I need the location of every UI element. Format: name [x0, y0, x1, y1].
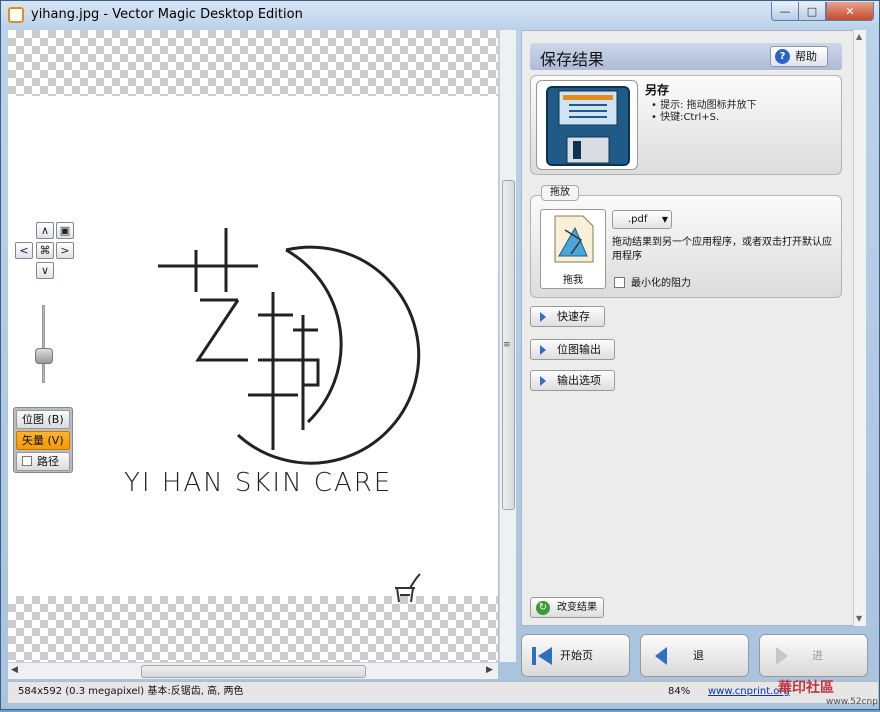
- save-hint-2: • 快键:Ctrl+S.: [651, 112, 720, 123]
- bitmap-mode-button[interactable]: 位图 (B): [16, 410, 70, 429]
- drag-description: 拖动结果到另一个应用程序，或者双击打开默认应用程序: [612, 237, 832, 262]
- pan-up-button[interactable]: ∧: [36, 222, 54, 239]
- path-checkbox[interactable]: [22, 456, 32, 466]
- canvas-horizontal-scrollbar[interactable]: ◀ ▶: [8, 662, 498, 679]
- close-button[interactable]: ✕: [826, 2, 874, 21]
- logo-artwork: [158, 228, 421, 603]
- change-result-button[interactable]: ↻ 改变结果: [530, 597, 604, 618]
- pan-left-button[interactable]: <: [15, 242, 33, 259]
- path-mode-label: 路径: [37, 455, 59, 468]
- panel-title: 保存结果: [540, 50, 605, 69]
- forward-label: 进: [812, 649, 823, 662]
- bitmap-output-label: 位图输出: [557, 343, 601, 356]
- scroll-down-icon[interactable]: ▼: [856, 614, 862, 623]
- quick-save-label: 快速存: [557, 310, 590, 323]
- start-page-label: 开始页: [560, 649, 593, 662]
- back-button[interactable]: 退: [640, 634, 749, 677]
- output-options-label: 输出选项: [557, 374, 601, 387]
- back-label: 退: [693, 649, 704, 662]
- save-hint-2-text: 快键:Ctrl+S.: [660, 112, 720, 123]
- floppy-disk-icon: [546, 86, 630, 166]
- status-bar: 584x592 (0.3 megapixel) 基本:反锯齿, 高, 两色 84…: [8, 680, 880, 707]
- back-arrow-icon: [655, 647, 667, 665]
- title-bar: yihang.jpg - Vector Magic Desktop Editio…: [1, 1, 879, 29]
- app-icon: [8, 7, 24, 23]
- format-value: .pdf: [628, 214, 648, 225]
- grip-icon: ≡: [503, 340, 511, 350]
- watermark-url: www.52cnp.com: [826, 697, 880, 707]
- change-result-label: 改变结果: [557, 602, 597, 613]
- pan-right-button[interactable]: >: [56, 242, 74, 259]
- start-page-button[interactable]: 开始页: [521, 634, 630, 677]
- min-resistance-option[interactable]: 最小化的阻力: [614, 274, 691, 289]
- fit-view-button[interactable]: ▣: [56, 222, 74, 239]
- pan-down-button[interactable]: ∨: [36, 262, 54, 279]
- forward-arrow-icon: [776, 647, 788, 665]
- format-select[interactable]: .pdf ▼: [612, 210, 672, 229]
- drag-me-label: 拖我: [563, 275, 583, 286]
- output-options-button[interactable]: 输出选项: [530, 370, 615, 391]
- minimize-button[interactable]: —: [771, 2, 799, 21]
- scroll-up-icon[interactable]: ▲: [856, 32, 862, 41]
- center-view-button[interactable]: ⌘: [36, 242, 54, 259]
- drag-document-icon: [554, 215, 594, 263]
- help-label: 帮助: [795, 50, 817, 63]
- min-resistance-checkbox[interactable]: [614, 277, 625, 288]
- drag-drop-tab: 拖放: [541, 185, 579, 201]
- preview-canvas[interactable]: YI HAN SKIN CARE: [8, 30, 498, 662]
- play-icon: [540, 376, 546, 386]
- skip-back-icon: [532, 647, 552, 665]
- scroll-left-icon[interactable]: ◀: [11, 665, 18, 675]
- bitmap-output-button[interactable]: 位图输出: [530, 339, 615, 360]
- logo-caption: YI HAN SKIN CARE: [124, 468, 393, 498]
- path-mode-toggle[interactable]: 路径: [16, 452, 70, 471]
- window-title: yihang.jpg - Vector Magic Desktop Editio…: [31, 7, 303, 22]
- help-button[interactable]: ? 帮助: [770, 46, 828, 67]
- play-icon: [540, 345, 546, 355]
- zoom-slider-track[interactable]: [42, 305, 45, 383]
- zoom-level: 84%: [668, 686, 691, 697]
- refresh-icon: ↻: [536, 601, 550, 615]
- view-mode-box: 位图 (B) 矢量 (V) 路径: [13, 407, 73, 473]
- vector-mode-button[interactable]: 矢量 (V): [16, 431, 70, 450]
- save-disk-button[interactable]: [536, 80, 638, 170]
- panel-scrollbar[interactable]: ▲ ▼: [853, 30, 866, 626]
- play-icon: [540, 312, 546, 322]
- drag-me-handle[interactable]: 拖我: [540, 209, 606, 289]
- horizontal-scroll-thumb[interactable]: [141, 665, 366, 678]
- scroll-right-icon[interactable]: ▶: [486, 665, 493, 675]
- min-resistance-label: 最小化的阻力: [631, 278, 691, 289]
- canvas-vertical-scrollbar[interactable]: ≡: [499, 30, 516, 662]
- help-icon: ?: [775, 49, 790, 64]
- maximize-button[interactable]: □: [798, 2, 826, 21]
- image-info: 584x592 (0.3 megapixel) 基本:反锯齿, 高, 两色: [18, 686, 244, 697]
- chevron-down-icon: ▼: [661, 215, 668, 224]
- quick-save-button[interactable]: 快速存: [530, 306, 605, 327]
- forward-button[interactable]: 进: [759, 634, 868, 677]
- zoom-slider-knob[interactable]: [35, 348, 53, 364]
